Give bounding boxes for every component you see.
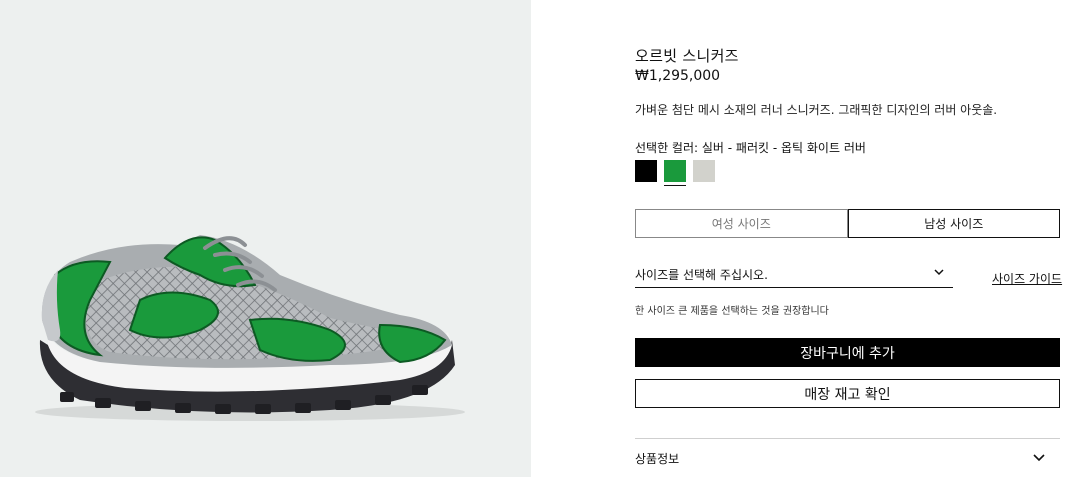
check-store-stock-button[interactable]: 매장 재고 확인 bbox=[635, 379, 1060, 408]
product-price: ₩1,295,000 bbox=[635, 68, 721, 84]
chevron-down-icon bbox=[1032, 450, 1046, 467]
size-recommendation-hint: 한 사이즈 큰 제품을 선택하는 것을 권장합니다 bbox=[635, 306, 829, 317]
selected-color-label: 선택한 컬러: 실버 - 패러킷 - 옵틱 화이트 러버 bbox=[635, 141, 866, 155]
tab-womens-size[interactable]: 여성 사이즈 bbox=[635, 209, 848, 238]
tab-mens-size[interactable]: 남성 사이즈 bbox=[847, 209, 1060, 238]
add-to-cart-button[interactable]: 장바구니에 추가 bbox=[635, 338, 1060, 367]
size-type-tabs: 여성 사이즈 남성 사이즈 bbox=[635, 209, 1060, 238]
product-details-panel: 오르빗 스니커즈 ₩1,295,000 가벼운 첨단 메시 소재의 러너 스니커… bbox=[531, 0, 1080, 477]
size-guide-link[interactable]: 사이즈 가이드 bbox=[992, 270, 1062, 287]
product-info-accordion[interactable]: 상품정보 bbox=[635, 450, 1060, 467]
size-select[interactable]: 사이즈를 선택해 주십시오. bbox=[635, 266, 953, 288]
color-swatch-green[interactable] bbox=[664, 160, 686, 182]
color-swatches bbox=[635, 160, 715, 182]
divider bbox=[635, 438, 1060, 439]
size-select-placeholder: 사이즈를 선택해 주십시오. bbox=[635, 268, 768, 282]
product-description: 가벼운 첨단 메시 소재의 러너 스니커즈. 그래픽한 디자인의 러버 아웃솔. bbox=[635, 103, 998, 117]
selected-swatch-indicator bbox=[664, 185, 686, 186]
product-title: 오르빗 스니커즈 bbox=[635, 47, 739, 65]
product-info-label: 상품정보 bbox=[635, 452, 680, 466]
chevron-down-icon bbox=[933, 266, 945, 281]
product-image-panel bbox=[0, 0, 531, 477]
color-swatch-black[interactable] bbox=[635, 160, 657, 182]
sneaker-image bbox=[35, 235, 465, 421]
color-swatch-light-grey[interactable] bbox=[693, 160, 715, 182]
